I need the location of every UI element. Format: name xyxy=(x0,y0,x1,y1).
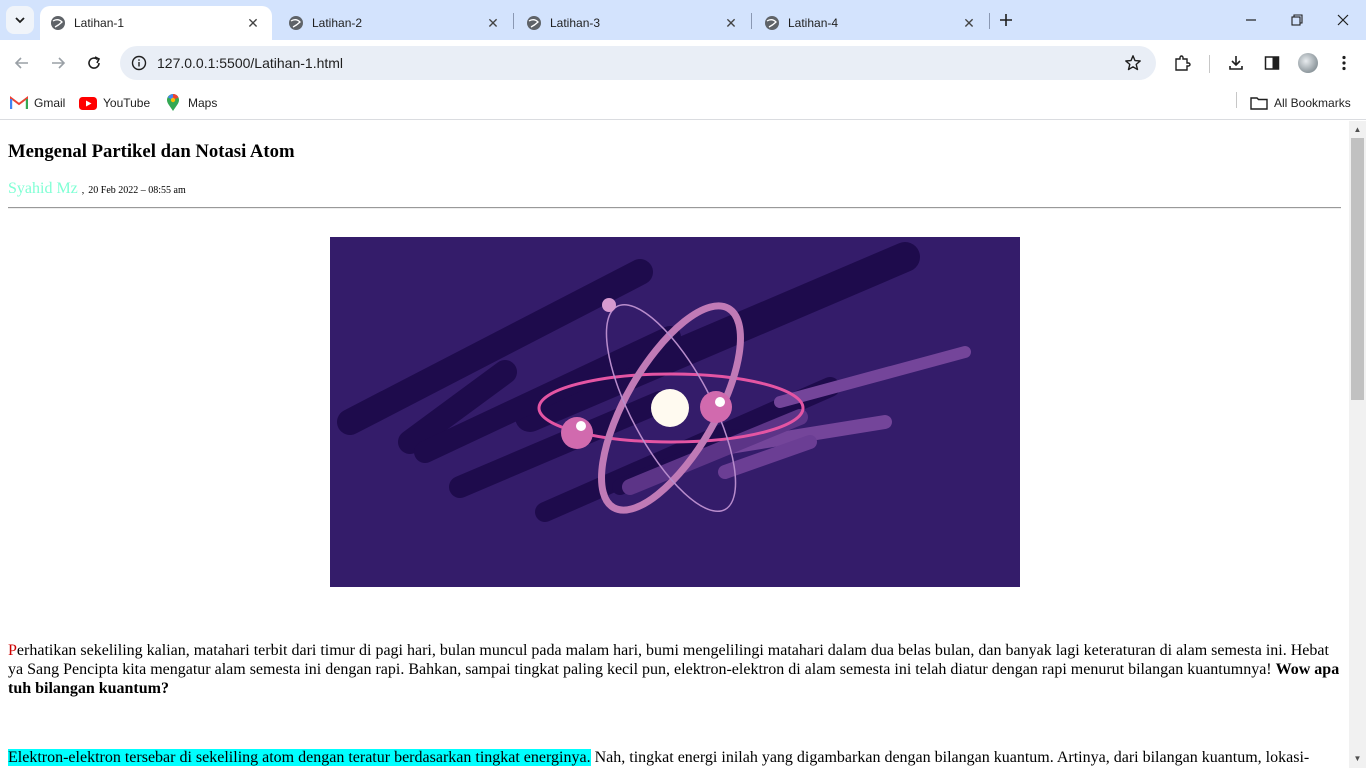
tab-search-button[interactable] xyxy=(6,6,34,34)
post-date: 20 Feb 2022 – 08:55 am xyxy=(88,185,186,196)
highlighted-text: Elektron-elektron tersebar di sekeliling… xyxy=(8,749,591,766)
puzzle-icon xyxy=(1175,55,1191,71)
tab-latihan-2[interactable]: Latihan-2 ✕ xyxy=(278,6,512,40)
all-bookmarks-label: All Bookmarks xyxy=(1274,96,1351,110)
browser-toolbar: 127.0.0.1:5500/Latihan-1.html xyxy=(0,40,1366,86)
menu-button[interactable] xyxy=(1330,49,1358,77)
reload-button[interactable] xyxy=(80,49,108,77)
youtube-icon xyxy=(79,95,97,111)
atom-illustration xyxy=(329,237,1020,587)
tab-latihan-1[interactable]: Latihan-1 ✕ xyxy=(40,6,272,40)
paragraph-intro-text: erhatikan sekeliling kalian, matahari te… xyxy=(8,642,1329,678)
site-info-icon[interactable] xyxy=(128,52,150,74)
restore-button[interactable] xyxy=(1274,0,1320,40)
tab-title: Latihan-1 xyxy=(74,16,125,30)
folder-icon xyxy=(1250,95,1268,111)
tab-title: Latihan-3 xyxy=(550,16,601,30)
downloads-button[interactable] xyxy=(1222,49,1250,77)
extensions-button[interactable] xyxy=(1168,49,1196,77)
address-bar[interactable]: 127.0.0.1:5500/Latihan-1.html xyxy=(120,46,1156,80)
close-window-button[interactable] xyxy=(1320,0,1366,40)
divider xyxy=(8,207,1341,209)
article-title: Mengenal Partikel dan Notasi Atom xyxy=(8,141,295,162)
tab-latihan-3[interactable]: Latihan-3 ✕ xyxy=(516,6,750,40)
side-panel-button[interactable] xyxy=(1258,49,1286,77)
more-vert-icon xyxy=(1342,55,1346,71)
close-icon[interactable]: ✕ xyxy=(960,14,978,32)
url-text[interactable]: 127.0.0.1:5500/Latihan-1.html xyxy=(157,55,343,71)
close-icon[interactable]: ✕ xyxy=(722,14,740,32)
toolbar-separator xyxy=(1209,55,1210,73)
forward-button[interactable] xyxy=(44,49,72,77)
download-icon xyxy=(1229,56,1243,70)
side-panel-icon xyxy=(1264,56,1280,70)
bookmark-star-icon[interactable] xyxy=(1122,52,1144,74)
arrow-left-icon xyxy=(14,57,28,69)
bookmark-label: Gmail xyxy=(34,96,66,110)
minimize-button[interactable] xyxy=(1228,0,1274,40)
scroll-thumb[interactable] xyxy=(1351,138,1364,400)
profile-avatar[interactable] xyxy=(1298,53,1318,73)
globe-icon xyxy=(765,16,779,30)
dropcap: P xyxy=(8,642,17,659)
chevron-down-icon xyxy=(15,17,25,24)
bookmark-gmail[interactable]: Gmail xyxy=(10,92,65,114)
minimize-icon xyxy=(1246,19,1256,21)
scroll-up-icon[interactable]: ▲ xyxy=(1353,125,1362,134)
date-separator: , xyxy=(81,185,85,196)
close-icon[interactable]: ✕ xyxy=(484,14,502,32)
byline: Syahid Mz , 20 Feb 2022 – 08:55 am xyxy=(8,179,1341,201)
paragraph-intro: Perhatikan sekeliling kalian, matahari t… xyxy=(8,641,1341,698)
bookmark-youtube[interactable]: YouTube xyxy=(79,92,150,114)
all-bookmarks-button[interactable]: All Bookmarks xyxy=(1250,92,1351,114)
paragraph-electrons: Elektron-elektron tersebar di sekeliling… xyxy=(8,748,1341,767)
globe-icon xyxy=(527,16,541,30)
bookmarks-separator xyxy=(1236,92,1237,108)
bookmarks-bar: Gmail YouTube Maps All Bookmarks xyxy=(0,86,1366,120)
page-viewport[interactable]: Mengenal Partikel dan Notasi Atom Syahid… xyxy=(0,121,1349,768)
tab-title: Latihan-2 xyxy=(312,16,363,30)
tab-separator xyxy=(989,13,990,29)
bookmark-label: YouTube xyxy=(103,96,151,110)
globe-icon xyxy=(289,16,303,30)
tab-strip: Latihan-1 ✕ Latihan-2 ✕ Latihan-3 ✕ Lati… xyxy=(0,0,1366,40)
bookmark-maps[interactable]: Maps xyxy=(164,92,217,114)
back-button[interactable] xyxy=(8,49,36,77)
tab-separator xyxy=(513,13,514,29)
restore-icon xyxy=(1291,14,1303,26)
maps-icon xyxy=(164,94,182,111)
reload-icon xyxy=(88,56,101,69)
plus-icon xyxy=(1000,14,1012,26)
tab-separator xyxy=(751,13,752,29)
close-icon[interactable]: ✕ xyxy=(244,14,262,32)
close-icon xyxy=(1337,14,1349,26)
author-name: Syahid Mz xyxy=(8,180,78,197)
paragraph-electrons-text: Nah, tingkat energi inilah yang digambar… xyxy=(594,749,1310,766)
page-scrollbar[interactable]: ▲ ▼ xyxy=(1349,121,1366,768)
gmail-icon xyxy=(10,95,28,111)
tab-title: Latihan-4 xyxy=(788,16,839,30)
bookmark-label: Maps xyxy=(188,96,218,110)
scroll-down-icon[interactable]: ▼ xyxy=(1353,754,1362,763)
article: Mengenal Partikel dan Notasi Atom Syahid… xyxy=(0,121,1349,768)
new-tab-button[interactable] xyxy=(995,9,1017,31)
tab-latihan-4[interactable]: Latihan-4 ✕ xyxy=(754,6,988,40)
arrow-right-icon xyxy=(52,57,66,69)
globe-icon xyxy=(51,16,65,30)
